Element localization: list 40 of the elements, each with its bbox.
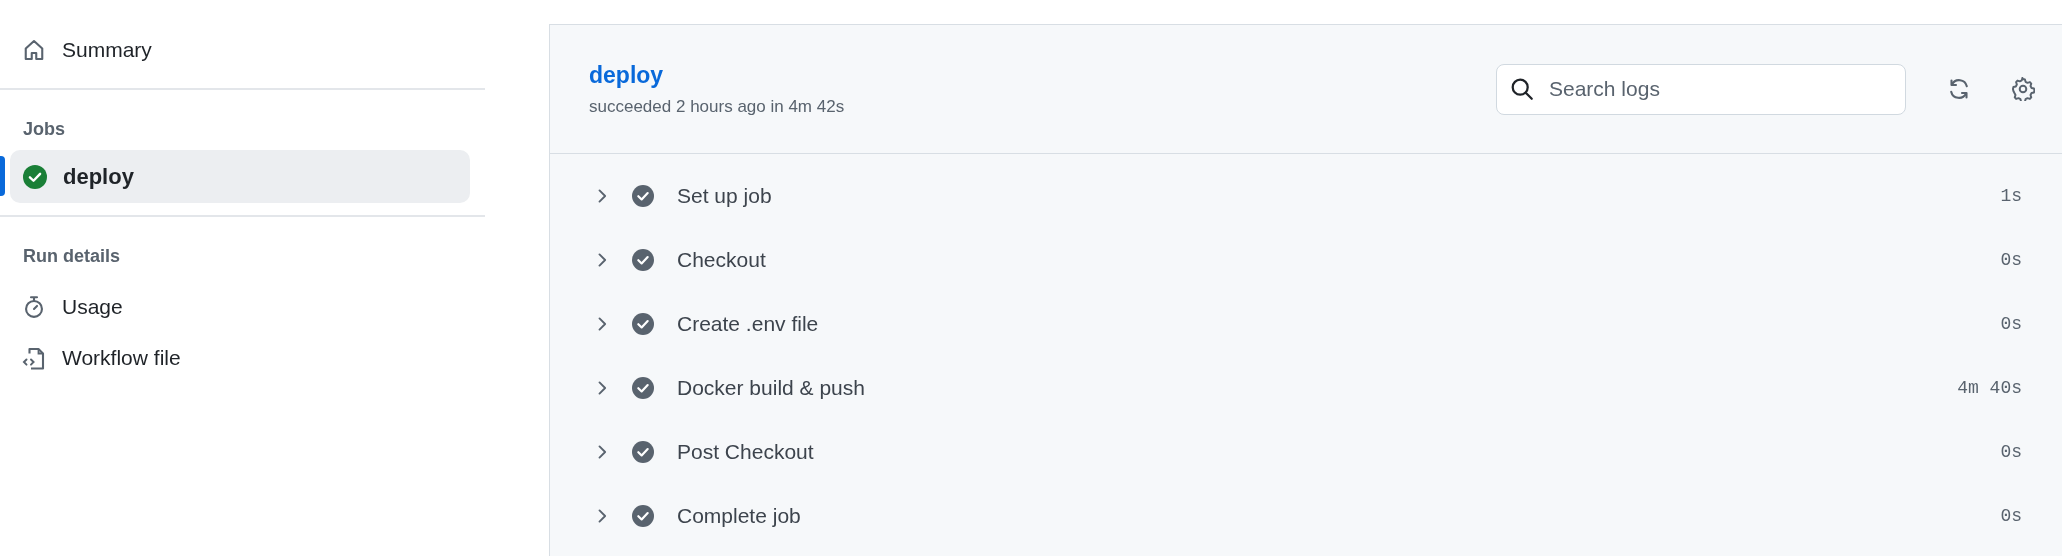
home-icon [22, 38, 46, 62]
step-name: Complete job [677, 504, 802, 528]
step-row[interactable]: Post Checkout 0s [550, 420, 2062, 484]
step-duration: 4m 40s [1957, 378, 2022, 398]
step-name: Set up job [677, 184, 773, 208]
check-icon [632, 377, 654, 399]
step-row[interactable]: Set up job 1s [550, 164, 2062, 228]
step-duration: 0s [2000, 506, 2022, 526]
check-icon [632, 505, 654, 527]
step-name: Post Checkout [677, 440, 815, 464]
check-icon [632, 185, 654, 207]
step-name: Docker build & push [677, 376, 866, 400]
step-row[interactable]: Complete job 0s [550, 484, 2062, 548]
step-duration: 1s [2000, 186, 2022, 206]
selection-indicator [0, 156, 5, 196]
step-row[interactable]: Create .env file 0s [550, 292, 2062, 356]
step-name: Create .env file [677, 312, 820, 336]
section-heading: Run details [22, 245, 120, 267]
step-row[interactable]: Checkout 0s [550, 228, 2062, 292]
usage-link[interactable]: Usage [0, 287, 123, 327]
code-file-icon [22, 346, 46, 370]
section-heading: Jobs [22, 118, 65, 140]
stopwatch-icon [22, 295, 46, 319]
step-row[interactable]: Docker build & push 4m 40s [550, 356, 2062, 420]
workflow-file-link[interactable]: Workflow file [0, 338, 181, 378]
check-icon [632, 249, 654, 271]
check-icon [632, 441, 654, 463]
summary-link[interactable]: Summary [0, 30, 152, 70]
success-icon [23, 164, 47, 189]
step-duration: 0s [2000, 314, 2022, 334]
step-duration: 0s [2000, 442, 2022, 462]
job-status-text: succeeded 2 hours ago in 4m 42s [589, 96, 845, 117]
job-title[interactable]: deploy [589, 61, 664, 89]
check-icon [632, 313, 654, 335]
gear-icon [2011, 77, 2035, 101]
refresh-icon [1947, 77, 1971, 101]
search-icon [1510, 76, 1534, 101]
step-name: Checkout [677, 248, 767, 272]
step-duration: 0s [2000, 250, 2022, 270]
search-field[interactable]: Search logs [1496, 63, 1906, 115]
